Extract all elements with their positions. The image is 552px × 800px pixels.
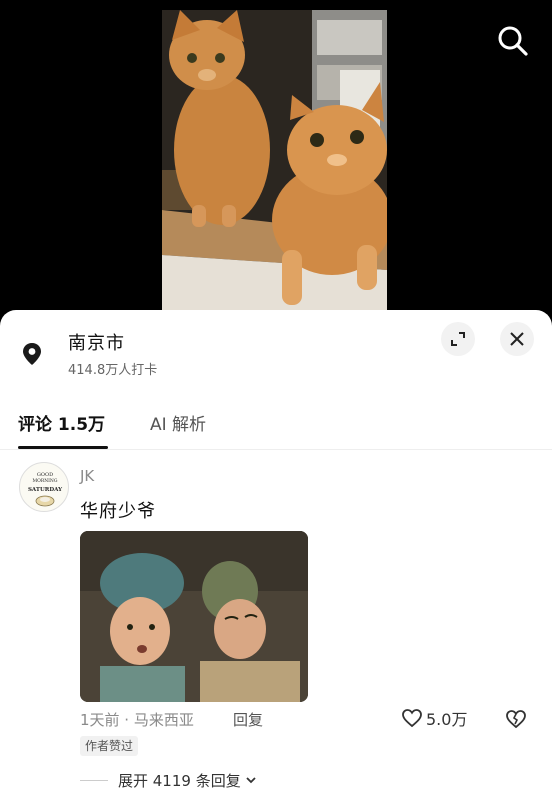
divider-line: [80, 779, 108, 781]
comment-text: 华府少爷: [80, 501, 156, 522]
close-icon: [510, 332, 524, 346]
avatar[interactable]: GOOD MORNING SATURDAY: [19, 462, 69, 512]
broken-heart-icon[interactable]: [505, 708, 527, 730]
video-player[interactable]: [0, 0, 552, 320]
close-button[interactable]: [500, 322, 534, 356]
reply-button[interactable]: 回复: [233, 709, 263, 730]
heart-outline-icon: [402, 709, 422, 728]
like-count: 5.0万: [426, 710, 468, 729]
location-title[interactable]: 南京市: [68, 329, 125, 355]
comment-time-location: 1天前 · 马来西亚: [80, 711, 194, 729]
svg-text:GOOD: GOOD: [37, 472, 53, 478]
tab-comments[interactable]: 评论 1.5万: [18, 410, 105, 435]
svg-text:SATURDAY: SATURDAY: [28, 487, 62, 493]
comments-sheet: 南京市 414.8万人打卡 评论 1.5万 AI 解析 GOOD MORNING…: [0, 310, 552, 800]
expand-replies-label: 展开 4119 条回复: [118, 771, 241, 790]
comment-image[interactable]: [80, 531, 308, 702]
comment-author[interactable]: JK: [80, 467, 94, 485]
tab-ai-analysis[interactable]: AI 解析: [150, 410, 206, 435]
location-checkins: 414.8万人打卡: [68, 363, 158, 378]
location-pin-icon: [23, 343, 41, 365]
like-button[interactable]: 5.0万: [401, 707, 467, 729]
author-liked-badge: 作者赞过: [80, 736, 139, 756]
cat-video-thumbnail[interactable]: [162, 10, 387, 310]
search-button[interactable]: [496, 24, 530, 58]
expand-replies-button[interactable]: 展开 4119 条回复: [80, 768, 258, 792]
expand-icon: [451, 332, 465, 346]
expand-button[interactable]: [441, 322, 475, 356]
active-tab-indicator: [18, 446, 108, 449]
chevron-down-icon: [246, 777, 256, 784]
search-icon: [498, 26, 528, 56]
tab-bar: 评论 1.5万 AI 解析: [0, 402, 552, 450]
svg-text:MORNING: MORNING: [33, 478, 58, 484]
